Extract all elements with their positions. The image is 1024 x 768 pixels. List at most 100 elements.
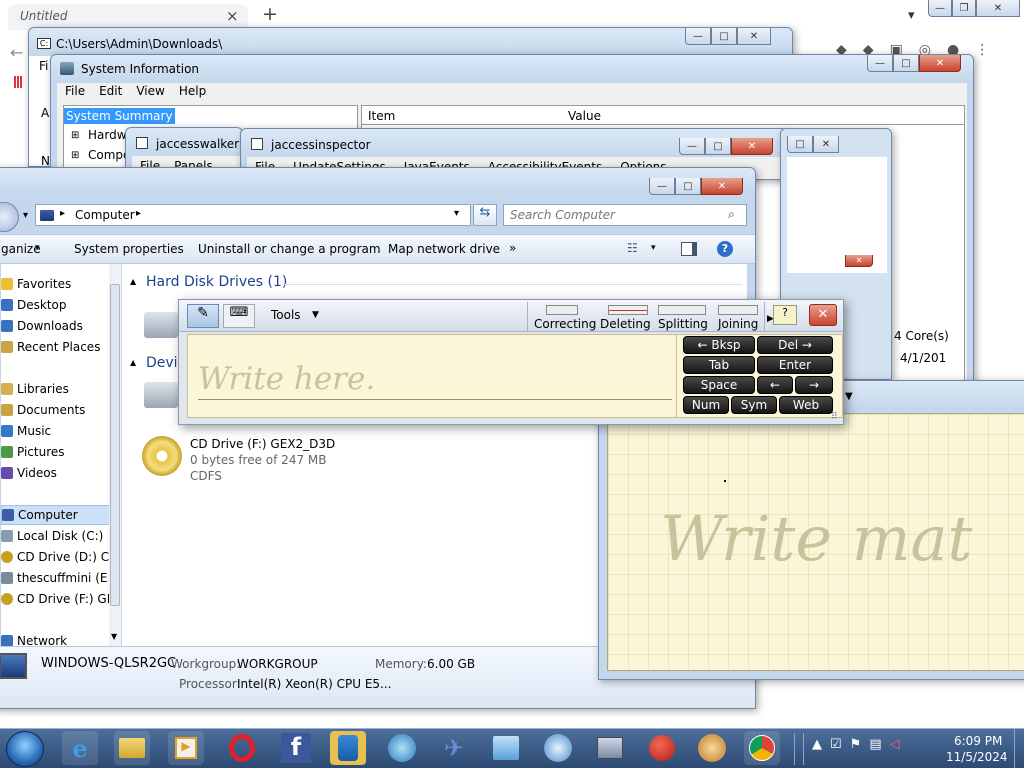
- menu-view[interactable]: View: [136, 84, 164, 98]
- compass-icon[interactable]: [694, 731, 730, 765]
- scroll-thumb[interactable]: [110, 284, 120, 606]
- math-writing-area[interactable]: Write mat: [607, 413, 1024, 671]
- chrome-icon[interactable]: [744, 731, 780, 765]
- bird-icon[interactable]: ✈: [436, 731, 472, 765]
- minimize-button[interactable]: —: [685, 28, 711, 45]
- people-icon[interactable]: [330, 731, 366, 765]
- hard-disk-drives-group[interactable]: Hard Disk Drives (1): [146, 274, 287, 290]
- browser-close-button[interactable]: ✕: [976, 0, 1020, 17]
- tree-expand-icon[interactable]: ⊞: [71, 130, 79, 141]
- sym-key[interactable]: Sym: [731, 396, 777, 414]
- tree-expand-icon[interactable]: ⊞: [71, 150, 79, 161]
- nav-network-drive-e[interactable]: thescuffmini (E:): [1, 568, 119, 588]
- tab-list-chevron-icon[interactable]: ▾: [908, 8, 915, 23]
- math-menu-chevron-icon[interactable]: ▼: [845, 391, 853, 402]
- group-collapse-icon[interactable]: ▲: [130, 358, 136, 367]
- nav-cd-drive-f[interactable]: CD Drive (F:) GEX: [1, 589, 119, 609]
- opera-icon[interactable]: [224, 731, 260, 765]
- num-key[interactable]: Num: [683, 396, 729, 414]
- nav-scrollbar[interactable]: ▼: [109, 264, 121, 646]
- resize-grip-icon[interactable]: ⠿: [831, 412, 838, 422]
- tip-writing-pad[interactable]: Write here.: [187, 334, 677, 418]
- nav-favorites-header[interactable]: Favorites: [1, 274, 119, 294]
- writing-pad-button[interactable]: ✎: [187, 304, 219, 328]
- maximize-button[interactable]: □: [711, 28, 737, 45]
- menu-edit[interactable]: Edit: [99, 84, 122, 98]
- back-button[interactable]: [0, 202, 19, 232]
- menu-help[interactable]: Help: [179, 84, 206, 98]
- scroll-down-icon[interactable]: ▼: [111, 632, 117, 641]
- address-bar[interactable]: ▸ Computer ▸ ▾: [35, 204, 471, 226]
- address-dropdown-icon[interactable]: ▾: [454, 208, 459, 219]
- correcting-demo[interactable]: Correcting: [532, 302, 596, 332]
- network-icon[interactable]: [592, 731, 628, 765]
- nav-desktop[interactable]: Desktop: [1, 295, 119, 315]
- folder-icon[interactable]: [114, 731, 150, 765]
- nav-recent-places[interactable]: Recent Places: [1, 337, 119, 357]
- action-center-icon[interactable]: ☑: [830, 737, 842, 752]
- nav-cd-drive-d[interactable]: CD Drive (D:) CDI: [1, 547, 119, 567]
- nav-documents[interactable]: Documents: [1, 400, 119, 420]
- preview-pane-icon[interactable]: [681, 242, 697, 256]
- column-header-item[interactable]: Item: [368, 109, 395, 123]
- organize-chevron-icon[interactable]: ▾: [35, 243, 40, 253]
- maximize-button[interactable]: □: [893, 55, 919, 72]
- close-button[interactable]: ✕: [919, 55, 961, 72]
- joining-demo[interactable]: Joining: [714, 302, 766, 332]
- keyboard-button[interactable]: ⌨: [223, 304, 255, 328]
- breadcrumb-computer[interactable]: Computer: [75, 208, 135, 222]
- close-button[interactable]: ✕: [701, 178, 743, 195]
- nav-computer-header[interactable]: Computer: [1, 505, 119, 525]
- show-desktop-button[interactable]: [1014, 729, 1024, 768]
- deleting-demo[interactable]: Deleting: [600, 302, 660, 332]
- volume-muted-icon[interactable]: ◁: [890, 737, 900, 752]
- map-network-drive-button[interactable]: Map network drive: [388, 242, 500, 256]
- menu-file[interactable]: File: [65, 84, 85, 98]
- uninstall-program-button[interactable]: Uninstall or change a program: [198, 242, 381, 256]
- menu-partial[interactable]: Fi: [39, 59, 48, 73]
- splitting-demo[interactable]: Splitting: [656, 302, 712, 332]
- apple-icon[interactable]: [644, 731, 680, 765]
- web-key[interactable]: Web: [779, 396, 833, 414]
- refresh-button[interactable]: ⇆: [473, 204, 497, 226]
- left-arrow-key[interactable]: ←: [757, 376, 793, 394]
- minimize-button[interactable]: —: [867, 55, 893, 72]
- nav-music[interactable]: Music: [1, 421, 119, 441]
- drive-icon[interactable]: [144, 382, 178, 408]
- start-button[interactable]: [6, 731, 44, 767]
- enter-key[interactable]: Enter: [757, 356, 833, 374]
- nav-local-disk-c[interactable]: Local Disk (C:): [1, 526, 119, 546]
- browser-maximize-button[interactable]: ❐: [952, 0, 976, 17]
- backspace-key[interactable]: ← Bksp: [683, 336, 755, 354]
- help-button[interactable]: ?: [773, 305, 797, 325]
- maximize-button[interactable]: □: [705, 138, 731, 155]
- hard-drive-icon[interactable]: [144, 312, 178, 338]
- tip-close-button[interactable]: ✕: [809, 304, 837, 326]
- ie-icon[interactable]: e: [62, 731, 98, 765]
- close-button[interactable]: ✕: [813, 136, 839, 153]
- clock-date[interactable]: 11/5/2024: [946, 750, 1008, 764]
- close-button[interactable]: ✕: [737, 28, 771, 45]
- close-button[interactable]: ✕: [845, 255, 873, 267]
- tab-key[interactable]: Tab: [683, 356, 755, 374]
- back-arrow-icon[interactable]: ←: [10, 43, 23, 62]
- show-hidden-icons-icon[interactable]: ▲: [812, 737, 822, 752]
- help-icon[interactable]: ?: [717, 241, 733, 257]
- tools-chevron-icon[interactable]: ▼: [312, 310, 319, 320]
- box-icon[interactable]: [488, 731, 524, 765]
- maximize-button[interactable]: □: [787, 136, 813, 153]
- close-button[interactable]: ✕: [731, 138, 773, 155]
- search-box[interactable]: Search Computer ⌕: [503, 204, 747, 226]
- globe-icon[interactable]: [384, 731, 420, 765]
- group-collapse-icon[interactable]: ▲: [130, 277, 136, 286]
- view-chevron-icon[interactable]: ▾: [651, 243, 656, 253]
- system-properties-button[interactable]: System properties: [74, 242, 184, 256]
- maximize-button[interactable]: □: [675, 178, 701, 195]
- tree-item-hardware[interactable]: Hardw: [88, 128, 127, 142]
- apps-grid-icon[interactable]: [14, 76, 22, 88]
- space-key[interactable]: Space: [683, 376, 755, 394]
- nav-downloads[interactable]: Downloads: [1, 316, 119, 336]
- column-header-value[interactable]: Value: [568, 109, 601, 123]
- history-chevron-icon[interactable]: ▾: [23, 210, 28, 221]
- flag-icon[interactable]: ⚑: [850, 737, 862, 752]
